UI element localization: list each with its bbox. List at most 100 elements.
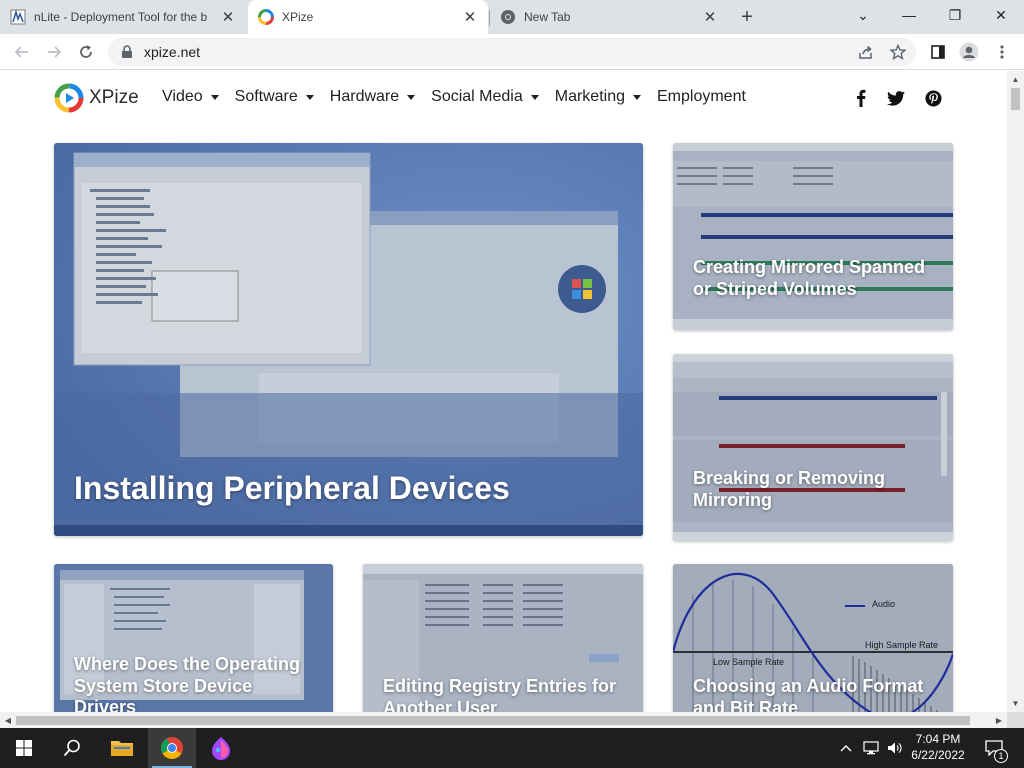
tab-title: New Tab [524, 10, 571, 24]
forward-arrow-icon [48, 46, 62, 58]
forward-button[interactable] [40, 38, 68, 66]
network-icon [863, 741, 879, 755]
nav-label: Marketing [554, 88, 625, 105]
back-arrow-icon [14, 46, 28, 58]
nav-label: Social Media [431, 88, 523, 105]
folder-icon [111, 741, 133, 756]
tab-xpize[interactable]: XPize ✕ [248, 0, 488, 34]
reload-button[interactable] [72, 38, 100, 66]
caret-down-icon [210, 94, 219, 100]
url-text: xpize.net [144, 44, 201, 60]
paint-app-button[interactable] [197, 728, 245, 768]
article-card-mirrored-volumes[interactable]: Creating Mirrored Spanned or Striped Vol… [673, 143, 953, 330]
nav-label: Employment [657, 88, 746, 105]
new-tab-button[interactable]: + [734, 6, 760, 28]
vertical-scroll-thumb[interactable] [1011, 88, 1020, 110]
disk-management-screenshot [673, 143, 953, 330]
article-title: Choosing an Audio Format and Bit Rate [693, 676, 924, 712]
back-button[interactable] [8, 38, 36, 66]
tab-new-tab[interactable]: New Tab ✕ [490, 0, 728, 34]
nav-software[interactable]: Software [235, 88, 314, 106]
tab-nlite[interactable]: nLite - Deployment Tool for the b ✕ [0, 0, 246, 34]
tab-search-button[interactable]: ⌄ [840, 0, 886, 30]
address-bar[interactable]: xpize.net [108, 38, 916, 66]
file-explorer-button[interactable] [98, 728, 146, 768]
main-nav: Video Software Hardware Social Media Mar… [162, 88, 762, 106]
system-clock[interactable]: 7:04 PM 6/22/2022 [900, 731, 976, 765]
tab-separator [489, 10, 490, 26]
disk-management-screenshot [673, 354, 953, 541]
scroll-left-icon[interactable]: ◀ [0, 712, 16, 728]
nav-video[interactable]: Video [162, 88, 219, 106]
pinterest-icon[interactable] [922, 88, 944, 108]
nav-employment[interactable]: Employment [657, 88, 746, 106]
article-title: Breaking or Removing Mirroring [693, 468, 886, 510]
horizontal-scrollbar[interactable]: ◀ ▶ [0, 712, 1007, 728]
nav-social-media[interactable]: Social Media [431, 88, 539, 106]
nlite-favicon-icon [10, 9, 26, 25]
lock-icon[interactable] [120, 45, 134, 59]
site-logo[interactable]: XPize [54, 83, 139, 113]
clock-time: 7:04 PM [915, 732, 961, 746]
windows-logo-icon [16, 740, 32, 756]
xpize-logo-icon [54, 83, 84, 113]
article-card-device-drivers[interactable]: Where Does the Operating System Store De… [54, 564, 333, 712]
restore-button[interactable]: ❐ [932, 0, 978, 30]
close-tab-icon[interactable]: ✕ [460, 7, 480, 27]
network-button[interactable] [860, 728, 882, 768]
menu-button[interactable] [990, 38, 1014, 66]
side-panel-button[interactable] [926, 38, 950, 66]
chevron-up-icon [840, 745, 852, 752]
article-title: Creating Mirrored Spanned or Striped Vol… [693, 257, 926, 299]
facebook-icon[interactable] [850, 88, 872, 108]
close-window-button[interactable]: ✕ [978, 0, 1024, 30]
browser-toolbar: xpize.net [0, 34, 1024, 70]
article-card-breaking-mirroring[interactable]: Breaking or Removing Mirroring [673, 354, 953, 541]
bookmark-button[interactable] [886, 38, 910, 66]
start-button[interactable] [0, 728, 48, 768]
scroll-down-icon[interactable]: ▼ [1007, 695, 1024, 712]
vertical-scrollbar[interactable]: ▲ ▼ [1007, 71, 1024, 712]
nav-label: Hardware [329, 88, 400, 105]
action-center-button[interactable]: 1 [980, 728, 1008, 768]
close-tab-icon[interactable]: ✕ [700, 7, 720, 27]
featured-article-title: Installing Peripheral Devices [74, 470, 510, 506]
share-button[interactable] [854, 38, 878, 66]
chrome-taskbar-button[interactable] [148, 728, 196, 768]
nav-label: Software [234, 88, 298, 105]
show-hidden-icons-button[interactable] [836, 728, 856, 768]
scroll-up-icon[interactable]: ▲ [1007, 71, 1024, 88]
close-tab-icon[interactable]: ✕ [218, 7, 238, 27]
notification-count-badge: 1 [994, 749, 1008, 763]
article-title: Where Does the Operating System Store De… [74, 654, 301, 712]
brand-name: XPize [89, 87, 139, 108]
article-card-audio-format[interactable]: Audio High Sample Rate Low Sample Rate C… [673, 564, 953, 712]
twitter-icon[interactable] [885, 88, 907, 108]
kebab-menu-icon [1000, 45, 1004, 59]
tab-title: XPize [282, 10, 314, 24]
audio-legend-label: Audio [872, 599, 896, 609]
caret-down-icon [530, 94, 539, 100]
clock-date: 6/22/2022 [911, 748, 965, 762]
scroll-right-icon[interactable]: ▶ [991, 712, 1007, 728]
minimize-button[interactable]: — [886, 0, 932, 30]
article-card-registry[interactable]: Editing Registry Entries for Another Use… [363, 564, 643, 712]
page-viewport: XPize Video Software Hardware Social Med… [0, 71, 1007, 712]
search-icon [63, 739, 80, 757]
star-icon [890, 44, 906, 60]
avatar-icon [959, 42, 979, 62]
windows-taskbar: 7:04 PM 6/22/2022 1 [0, 728, 1024, 768]
featured-article-card[interactable]: Installing Peripheral Devices [54, 143, 643, 536]
scrollbar-corner [1007, 712, 1024, 728]
chrome-icon [501, 10, 515, 24]
nav-marketing[interactable]: Marketing [555, 88, 641, 106]
horizontal-scroll-thumb[interactable] [16, 716, 970, 725]
search-button[interactable] [48, 728, 96, 768]
article-title: Editing Registry Entries for Another Use… [383, 676, 617, 712]
profile-button[interactable] [957, 38, 981, 66]
nav-hardware[interactable]: Hardware [329, 88, 416, 106]
reload-icon [80, 45, 92, 58]
caret-down-icon [407, 94, 416, 100]
share-icon [859, 45, 872, 59]
chrome-icon [161, 737, 183, 759]
